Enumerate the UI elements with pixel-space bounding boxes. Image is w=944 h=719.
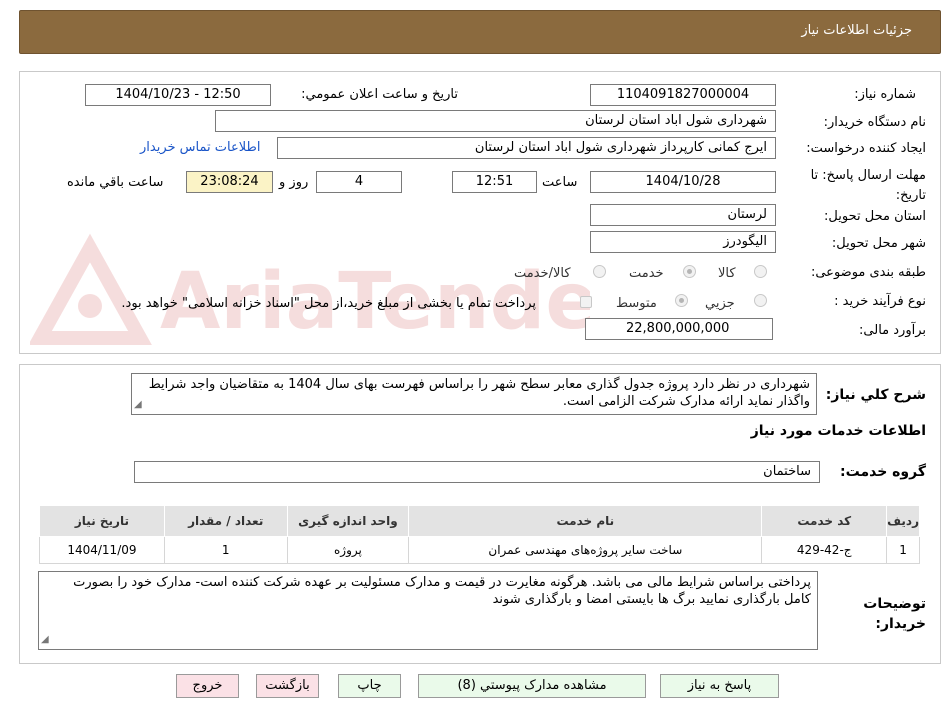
category-option-both-radio[interactable] xyxy=(593,265,606,278)
city-field: الیگودرز xyxy=(590,231,776,253)
announce-label: تاريخ و ساعت اعلان عمومي: xyxy=(301,87,458,102)
province-label: استان محل تحويل: xyxy=(824,209,926,224)
services-title: اطلاعات خدمات مورد نياز xyxy=(750,423,926,439)
need-number-label: شماره نياز: xyxy=(854,87,916,102)
page-header: جزئيات اطلاعات نياز xyxy=(19,10,941,54)
buyer-notes-content: پرداختی براساس شرایط مالی می باشد. هرگون… xyxy=(73,575,811,607)
cell-service-name: ساخت سایر پروژه‌های مهندسی عمران xyxy=(408,536,763,564)
deadline-date-field: 1404/10/28 xyxy=(590,171,776,193)
respond-button[interactable]: پاسخ به نياز xyxy=(660,674,779,698)
category-label: طبقه بندی موضوعی: xyxy=(810,265,926,280)
budget-label: برآورد مالی: xyxy=(859,323,926,338)
col-service-code: کد خدمت xyxy=(761,505,888,537)
category-option-both-label: کالا/خدمت xyxy=(514,266,571,281)
cell-unit: پروژه xyxy=(286,536,410,564)
category-option-goods-label: کالا xyxy=(718,266,736,281)
budget-field: 22,800,000,000 xyxy=(585,318,773,340)
buyer-contact-link[interactable]: اطلاعات تماس خريدار xyxy=(140,140,260,155)
process-option-minor-radio[interactable] xyxy=(754,294,767,307)
process-option-minor-label: جزيي xyxy=(705,296,735,311)
description-label: شرح کلي نياز: xyxy=(825,387,926,403)
exit-button[interactable]: خروج xyxy=(176,674,239,698)
buyer-org-field: شهرداری شول اباد استان لرستان xyxy=(215,110,776,132)
buyer-notes-text: پرداختی براساس شرایط مالی می باشد. هرگون… xyxy=(38,571,818,650)
cell-service-code: ج-42-429 xyxy=(761,536,888,564)
process-label: نوع فرآيند خريد : xyxy=(834,294,926,309)
col-unit: واحد اندازه گيری xyxy=(286,505,410,537)
deadline-label: مهلت ارسال پاسخ: تا تاريخ: xyxy=(810,168,926,203)
col-service-name: نام خدمت xyxy=(408,505,763,537)
buyer-org-label: نام دستگاه خريدار: xyxy=(823,115,926,130)
payment-note: پرداخت تمام يا بخشی از مبلغ خريد،از محل … xyxy=(121,296,536,311)
buyer-notes-label: توضيحات خريدار: xyxy=(863,596,926,632)
creator-label: ايجاد کننده درخواست: xyxy=(806,141,926,156)
city-label: شهر محل تحويل: xyxy=(831,236,926,251)
table-row: 1 ج-42-429 ساخت سایر پروژه‌های مهندسی عم… xyxy=(39,536,920,564)
service-group-field: ساختمان xyxy=(134,461,820,483)
cell-quantity: 1 xyxy=(163,536,288,564)
services-table: رديف کد خدمت نام خدمت واحد اندازه گيری ت… xyxy=(39,505,920,564)
description-text-content: شهرداری در نظر دارد پروژه جدول گذاری معا… xyxy=(148,377,810,409)
col-quantity: تعداد / مقدار xyxy=(163,505,288,537)
process-option-medium-label: متوسط xyxy=(616,296,657,311)
table-header-row: رديف کد خدمت نام خدمت واحد اندازه گيری ت… xyxy=(39,505,920,537)
view-attachments-button[interactable]: مشاهده مدارک پيوستي (8) xyxy=(418,674,646,698)
remaining-time-field: 23:08:24 xyxy=(186,171,273,193)
deadline-time-field: 12:51 xyxy=(452,171,537,193)
days-label: روز و xyxy=(279,175,309,190)
back-button[interactable]: بازگشت xyxy=(256,674,319,698)
description-text: شهرداری در نظر دارد پروژه جدول گذاری معا… xyxy=(131,373,817,415)
process-option-medium-radio[interactable] xyxy=(675,294,688,307)
treasury-payment-checkbox[interactable] xyxy=(580,296,592,308)
cell-row-number: 1 xyxy=(886,536,920,564)
col-row-number: رديف xyxy=(886,505,920,537)
remaining-label: ساعت باقي مانده xyxy=(67,175,164,190)
need-number-field: 1104091827000004 xyxy=(590,84,776,106)
days-field: 4 xyxy=(316,171,402,193)
print-button[interactable]: چاپ xyxy=(338,674,401,698)
category-option-service-radio[interactable] xyxy=(683,265,696,278)
announce-field: 1404/10/23 - 12:50 xyxy=(85,84,271,106)
page-title: جزئيات اطلاعات نياز xyxy=(801,23,912,38)
deadline-time-label: ساعت xyxy=(542,175,578,190)
col-need-date: تاريخ نياز xyxy=(39,505,165,537)
creator-field: ایرج کمانی کارپرداز شهرداری شول اباد است… xyxy=(277,137,776,159)
resize-grip-icon[interactable]: ◢ xyxy=(134,396,142,413)
service-group-label: گروه خدمت: xyxy=(840,464,926,480)
province-field: لرستان xyxy=(590,204,776,226)
resize-grip-icon[interactable]: ◢ xyxy=(41,631,49,648)
category-option-goods-radio[interactable] xyxy=(754,265,767,278)
cell-need-date: 1404/11/09 xyxy=(39,536,165,564)
category-option-service-label: خدمت xyxy=(629,266,664,281)
